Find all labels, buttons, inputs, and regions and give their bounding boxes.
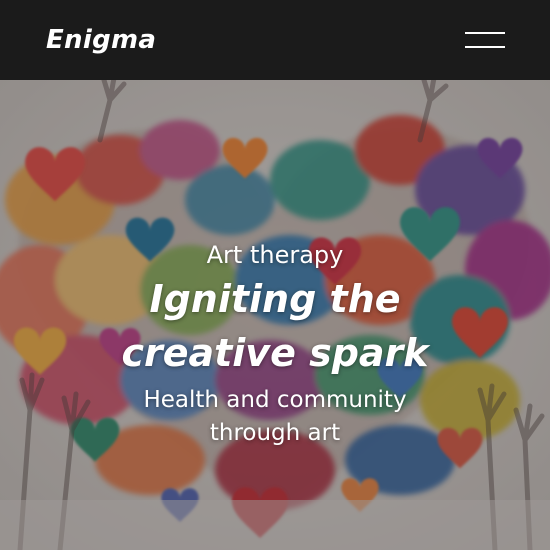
hero-section: Art therapy Igniting the creative spark … xyxy=(0,80,550,550)
hero-subline: Health and community through art xyxy=(143,387,407,446)
site-header: Enigma xyxy=(0,0,550,80)
hamburger-menu-icon[interactable] xyxy=(458,24,512,56)
hero-eyebrow: Art therapy xyxy=(206,241,344,269)
hero-text-block: Art therapy Igniting the creative spark … xyxy=(0,238,550,450)
menu-bar-top xyxy=(465,32,505,34)
site-logo[interactable]: Enigma xyxy=(46,22,156,58)
menu-bar-bottom xyxy=(465,46,505,48)
hero-headline: Igniting the creative spark xyxy=(121,277,429,375)
